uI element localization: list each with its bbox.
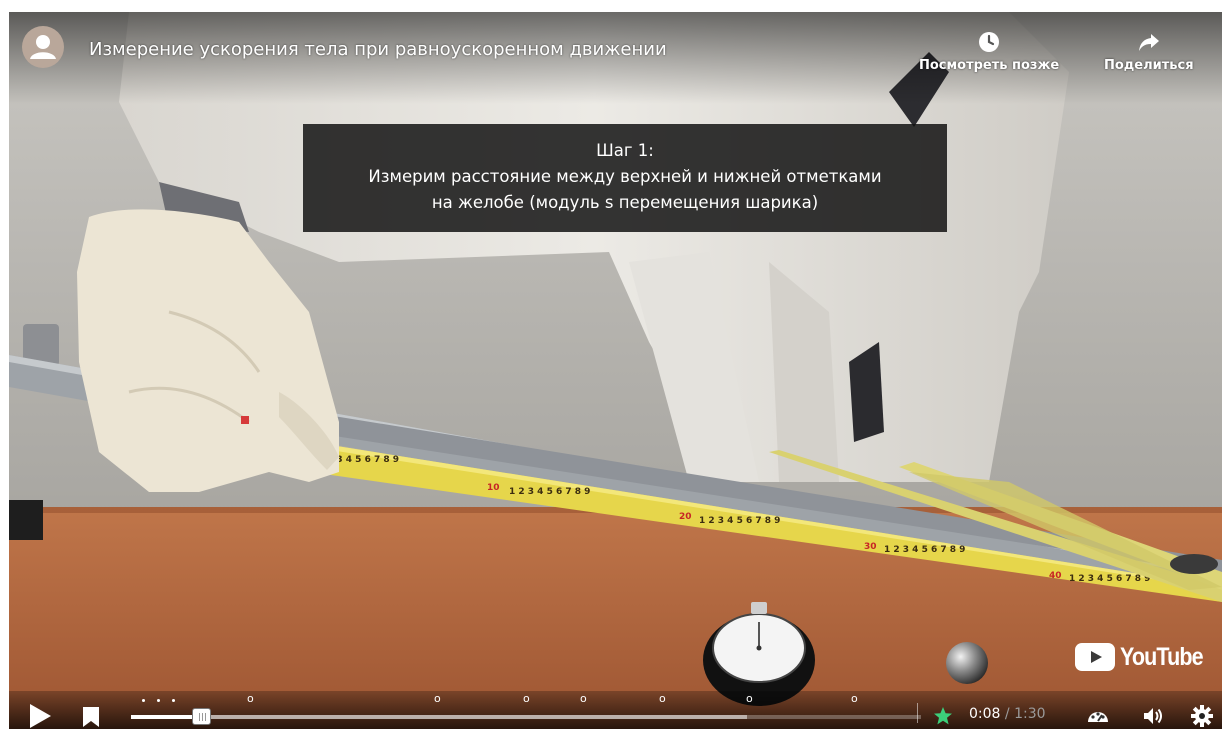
progress-played bbox=[131, 715, 202, 719]
share-label: Поделиться bbox=[1104, 58, 1194, 73]
play-icon[interactable] bbox=[27, 703, 53, 729]
control-bar: o o o o o o o 0:08 / 1:30 bbox=[9, 691, 1222, 729]
svg-text:1 2 3 4 5 6 7 8 9: 1 2 3 4 5 6 7 8 9 bbox=[884, 545, 965, 555]
chapter-marker[interactable]: o bbox=[746, 692, 753, 705]
share-button[interactable]: Поделиться bbox=[1104, 30, 1194, 73]
scrubber-handle[interactable] bbox=[192, 708, 212, 725]
svg-text:30: 30 bbox=[864, 542, 877, 552]
chapter-marker[interactable]: o bbox=[851, 692, 858, 705]
svg-text:10: 10 bbox=[487, 483, 500, 493]
caption-line-2: Измерим расстояние между верхней и нижне… bbox=[368, 167, 882, 186]
progress-bar[interactable]: o o o o o o o bbox=[131, 692, 921, 727]
watch-later-button[interactable]: Посмотреть позже bbox=[919, 30, 1059, 73]
svg-text:20: 20 bbox=[679, 512, 692, 522]
divider bbox=[917, 703, 918, 723]
time-display: 0:08 / 1:30 bbox=[969, 706, 1046, 722]
svg-text:1 2 3 4 5 6 7 8 9: 1 2 3 4 5 6 7 8 9 bbox=[1069, 574, 1150, 584]
caption-line-3: на желобе (модуль s перемещения шарика) bbox=[431, 193, 819, 212]
chapter-marker[interactable]: o bbox=[580, 692, 587, 705]
progress-buffered bbox=[131, 715, 748, 719]
video-frame[interactable]: 2 3 4 5 6 7 8 9 10 1 2 3 4 5 6 7 8 9 20 … bbox=[9, 12, 1222, 729]
chapter-marker[interactable]: o bbox=[434, 692, 441, 705]
svg-text:40: 40 bbox=[1049, 571, 1062, 581]
chapter-marker[interactable]: o bbox=[523, 692, 530, 705]
caption-box: Шаг 1: Измерим расстояние между верхней … bbox=[303, 124, 947, 232]
chapter-marker[interactable]: o bbox=[247, 692, 254, 705]
video-player[interactable]: 2 3 4 5 6 7 8 9 10 1 2 3 4 5 6 7 8 9 20 … bbox=[9, 12, 1222, 729]
svg-text:1 2 3 4 5 6 7 8 9: 1 2 3 4 5 6 7 8 9 bbox=[509, 487, 590, 497]
star-icon[interactable] bbox=[933, 706, 953, 726]
youtube-play-logo-icon bbox=[1075, 643, 1115, 671]
caption-line-1: Шаг 1: bbox=[596, 141, 654, 160]
video-title[interactable]: Измерение ускорения тела при равноускоре… bbox=[89, 39, 667, 60]
share-arrow-icon bbox=[1138, 34, 1159, 51]
youtube-logo-text: YouTube bbox=[1120, 642, 1204, 671]
channel-avatar[interactable] bbox=[22, 26, 64, 68]
current-time: 0:08 bbox=[969, 706, 1001, 722]
clock-icon bbox=[979, 32, 1000, 52]
duration: 1:30 bbox=[1014, 706, 1046, 722]
gauge-icon[interactable] bbox=[1086, 704, 1110, 728]
youtube-logo[interactable]: YouTube bbox=[1075, 640, 1216, 674]
time-separator: / bbox=[1004, 706, 1010, 722]
speaker-icon[interactable] bbox=[1141, 704, 1165, 728]
svg-text:1 2 3 4 5 6 7 8 9: 1 2 3 4 5 6 7 8 9 bbox=[699, 516, 780, 526]
user-silhouette-icon bbox=[30, 35, 56, 59]
watch-later-label: Посмотреть позже bbox=[919, 58, 1060, 73]
bookmark-icon[interactable] bbox=[82, 706, 100, 728]
chapter-marker[interactable]: o bbox=[659, 692, 666, 705]
gear-icon[interactable] bbox=[1190, 704, 1214, 728]
